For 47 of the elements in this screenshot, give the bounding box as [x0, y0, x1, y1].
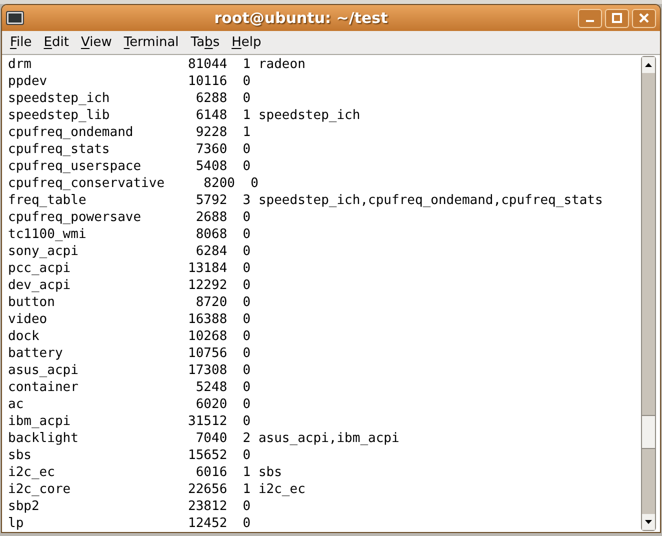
terminal-line: sbp2 23812 0 [8, 498, 251, 515]
terminal-line: cpufreq_stats 7360 0 [8, 141, 251, 158]
menu-item[interactable]: Tabs [188, 32, 222, 52]
terminal-line: lp 12452 0 [8, 515, 251, 532]
menu-item[interactable]: Edit [42, 32, 71, 52]
terminal-line: sbs 15652 0 [8, 447, 251, 464]
down-arrow-icon [645, 520, 652, 524]
close-icon [639, 13, 649, 23]
terminal-line: dev_acpi 12292 0 [8, 277, 251, 294]
minimize-icon [586, 20, 594, 22]
terminal-line: tc1100_wmi 8068 0 [8, 226, 251, 243]
terminal-line: ac 6020 0 [8, 396, 251, 413]
terminal-line: container 5248 0 [8, 379, 251, 396]
terminal-line: cpufreq_powersave 2688 0 [8, 209, 251, 226]
scrollbar-thumb[interactable] [642, 415, 655, 449]
terminal-line: cpufreq_conservative 8200 0 [8, 175, 258, 192]
terminal-line: asus_acpi 17308 0 [8, 362, 251, 379]
terminal-line: ppdev 10116 0 [8, 73, 251, 90]
menu-item[interactable]: Terminal [122, 32, 181, 52]
terminal-line: sony_acpi 6284 0 [8, 243, 251, 260]
maximize-icon [612, 13, 622, 23]
maximize-button[interactable] [605, 8, 629, 28]
terminal-line: speedstep_lib 6148 1 speedstep_ich [8, 107, 360, 124]
terminal-line: cpufreq_userspace 5408 0 [8, 158, 251, 175]
close-button[interactable] [632, 8, 656, 28]
terminal-line: i2c_ec 6016 1 sbs [8, 464, 282, 481]
terminal-line: drm 81044 1 radeon [8, 56, 306, 73]
terminal-line: button 8720 0 [8, 294, 251, 311]
terminal-line: i2c_core 22656 1 i2c_ec [8, 481, 306, 498]
minimize-button[interactable] [578, 8, 602, 28]
terminal-line: dock 10268 0 [8, 328, 251, 345]
terminal-line: video 16388 0 [8, 311, 251, 328]
up-arrow-icon [645, 63, 652, 67]
scroll-down-button[interactable] [642, 514, 655, 530]
terminal-line: pcc_acpi 13184 0 [8, 260, 251, 277]
terminal-line: backlight 7040 2 asus_acpi,ibm_acpi [8, 430, 400, 447]
menu-item[interactable]: Help [230, 32, 264, 52]
terminal-line: battery 10756 0 [8, 345, 251, 362]
terminal-line: speedstep_ich 6288 0 [8, 90, 251, 107]
terminal-line: cpufreq_ondemand 9228 1 [8, 124, 251, 141]
menu-item[interactable]: View [78, 32, 114, 52]
menu-item[interactable]: File [8, 32, 34, 52]
window-title: root@ubuntu: ~/test [214, 8, 388, 29]
terminal-icon [6, 11, 24, 25]
terminal-line: freq_table 5792 3 speedstep_ich,cpufreq_ondemand,cpufreq_stats [8, 192, 603, 209]
scroll-up-button[interactable] [642, 57, 655, 73]
terminal-line: ibm_acpi 31512 0 [8, 413, 251, 430]
